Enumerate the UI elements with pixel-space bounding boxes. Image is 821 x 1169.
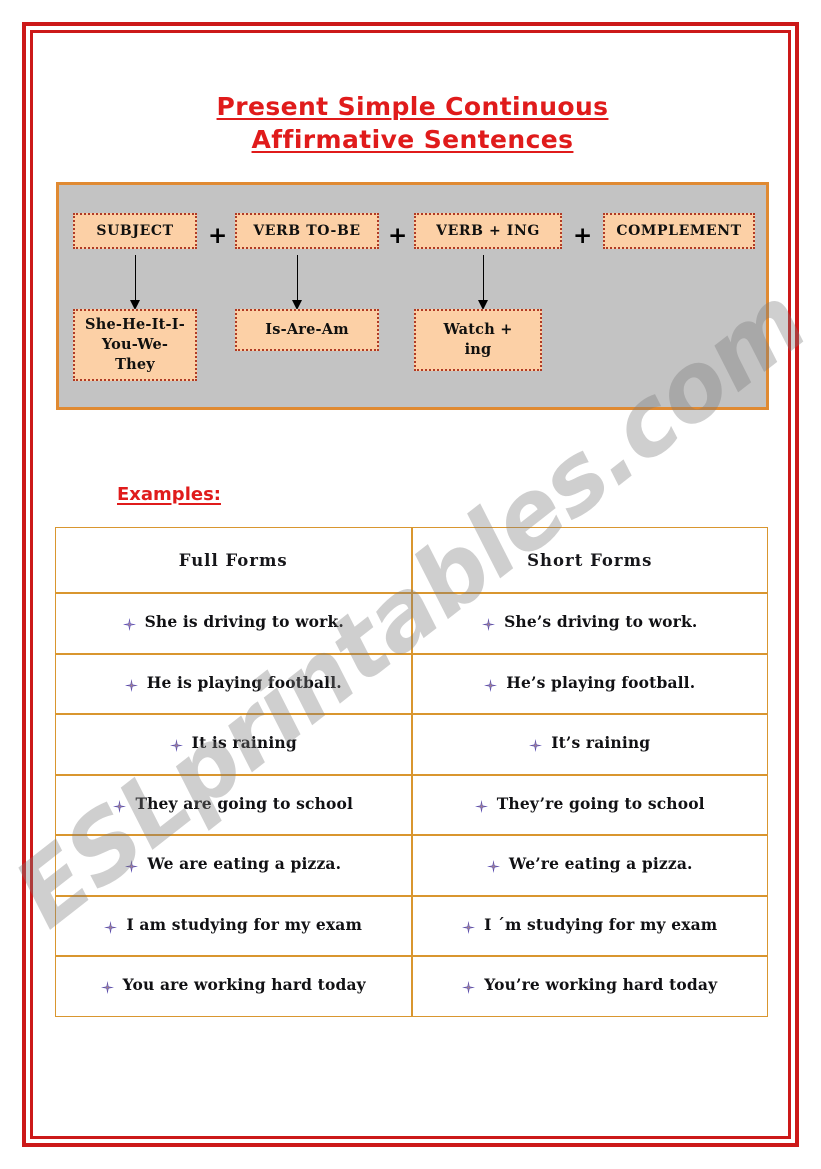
table-row: She is driving to work. She’s driving to… <box>55 593 768 654</box>
formula-box-subject-pronouns: She-He-It-I- You-We- They <box>73 309 197 381</box>
cell-short-form: It’s raining <box>411 714 768 775</box>
cell-text: She is driving to work. <box>144 612 344 632</box>
formula-box-verb-ing: VERB + ING <box>414 213 562 249</box>
star-bullet-icon <box>462 919 476 934</box>
table-row: They are going to school They’re going t… <box>55 774 768 835</box>
cell-text: We are eating a pizza. <box>147 854 342 874</box>
star-bullet-icon <box>486 858 500 874</box>
cell-short-form: They’re going to school <box>411 774 768 835</box>
arrow-verb-ing <box>478 255 488 310</box>
cell-short-form: I ´m studying for my exam <box>411 895 768 956</box>
table-header-row: Full Forms Short Forms <box>55 527 768 593</box>
table-row: You are working hard today You’re workin… <box>55 956 768 1017</box>
star-bullet-icon <box>104 919 118 934</box>
cell-text: They are going to school <box>135 793 354 813</box>
star-bullet-icon <box>462 979 476 995</box>
cell-text: I am studying for my exam <box>126 914 363 934</box>
cell-short-form: She’s driving to work. <box>411 593 768 654</box>
arrow-verb-to-be <box>292 255 302 310</box>
star-bullet-icon <box>125 858 139 874</box>
table-row: He is playing football. He’s playing foo… <box>55 653 768 714</box>
star-bullet-icon <box>122 616 136 632</box>
examples-table: Full Forms Short Forms She is driving to… <box>55 527 768 1017</box>
formula-row: SUBJECT + VERB TO-BE + VERB + ING + COMP… <box>59 185 766 407</box>
cell-text: It’s raining <box>551 733 651 753</box>
page-title-line-2: Affirmative Sentences <box>251 125 574 154</box>
formula-operator-1: + <box>208 223 228 249</box>
cell-text: They’re going to school <box>496 793 705 813</box>
page-title-line-1: Present Simple Continuous <box>216 92 609 121</box>
star-bullet-icon <box>100 979 114 995</box>
cell-short-form: We’re eating a pizza. <box>411 835 768 896</box>
cell-full-form: He is playing football. <box>55 653 412 714</box>
formula-operator-2: + <box>388 223 408 249</box>
cell-full-form: She is driving to work. <box>55 593 412 654</box>
cell-short-form: He’s playing football. <box>411 653 768 714</box>
cell-full-form: I am studying for my exam <box>55 895 412 956</box>
star-bullet-icon <box>529 737 543 753</box>
table-row: We are eating a pizza. We’re eating a pi… <box>55 835 768 896</box>
formula-box-be-forms: Is-Are-Am <box>235 309 379 351</box>
cell-text: He is playing football. <box>146 672 342 692</box>
cell-full-form: You are working hard today <box>55 956 412 1017</box>
formula-box-verb-to-be: VERB TO-BE <box>235 213 379 249</box>
cell-full-form: It is raining <box>55 714 412 775</box>
cell-text: You’re working hard today <box>484 975 718 995</box>
formula-box-subject: SUBJECT <box>73 213 197 249</box>
worksheet-page: ESLprintables.com Present Simple Continu… <box>0 0 821 1169</box>
cell-text: You are working hard today <box>122 975 366 995</box>
arrow-subject <box>130 255 140 310</box>
star-bullet-icon <box>474 798 488 813</box>
formula-box-complement: COMPLEMENT <box>603 213 755 249</box>
formula-operator-3: + <box>573 223 593 249</box>
table-row: It is raining It’s raining <box>55 714 768 775</box>
star-bullet-icon <box>482 616 496 632</box>
cell-full-form: They are going to school <box>55 774 412 835</box>
formula-diagram-panel: SUBJECT + VERB TO-BE + VERB + ING + COMP… <box>56 182 769 410</box>
cell-text: He’s playing football. <box>506 672 696 692</box>
examples-heading: Examples: <box>117 484 221 505</box>
worksheet-content: Present Simple Continuous Affirmative Se… <box>55 60 770 1110</box>
table-row: I am studying for my exam I ´m studying … <box>55 895 768 956</box>
formula-box-verb-example: Watch + ing <box>414 309 542 371</box>
star-bullet-icon <box>169 737 183 753</box>
cell-text: I ´m studying for my exam <box>484 914 718 934</box>
column-header-short-forms: Short Forms <box>411 527 768 593</box>
star-bullet-icon <box>484 677 498 692</box>
star-bullet-icon <box>113 798 127 813</box>
cell-full-form: We are eating a pizza. <box>55 835 412 896</box>
cell-short-form: You’re working hard today <box>411 956 768 1017</box>
cell-text: She’s driving to work. <box>504 612 698 632</box>
examples-heading-wrap: Examples: <box>55 410 770 505</box>
column-header-full-forms: Full Forms <box>55 527 412 593</box>
cell-text: It is raining <box>191 733 297 753</box>
star-bullet-icon <box>124 677 138 692</box>
cell-text: We’re eating a pizza. <box>508 854 693 874</box>
page-title: Present Simple Continuous Affirmative Se… <box>55 90 770 156</box>
